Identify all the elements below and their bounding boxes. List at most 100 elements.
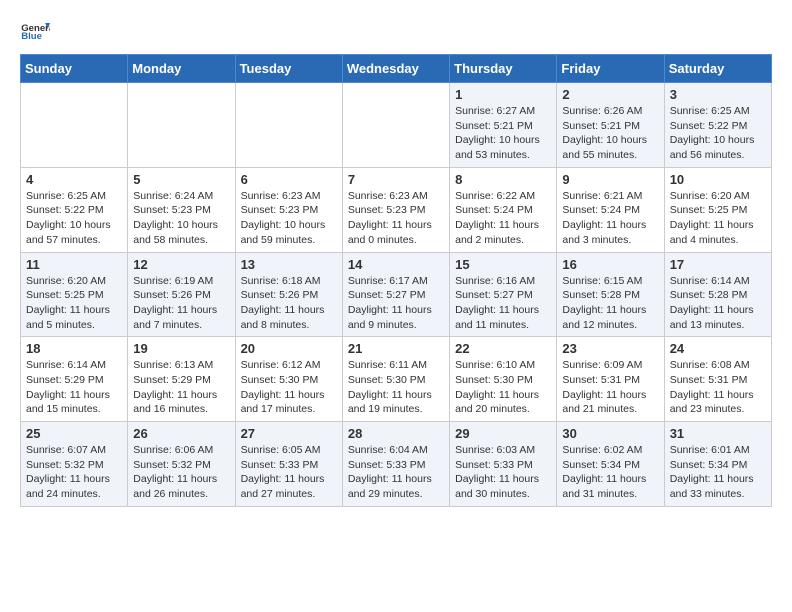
day-number: 14 bbox=[348, 257, 444, 272]
day-number: 1 bbox=[455, 87, 551, 102]
calendar-cell: 17Sunrise: 6:14 AM Sunset: 5:28 PM Dayli… bbox=[664, 252, 771, 337]
day-number: 7 bbox=[348, 172, 444, 187]
day-header-monday: Monday bbox=[128, 55, 235, 83]
day-number: 27 bbox=[241, 426, 337, 441]
calendar-cell: 28 Sunrise: 6:04 AM Sunset: 5:33 PM Dayli… bbox=[342, 422, 449, 507]
day-info: Sunrise: 6:04 AM Sunset: 5:33 PM Dayligh… bbox=[348, 443, 444, 502]
day-number: 3 bbox=[670, 87, 766, 102]
day-number: 31 bbox=[670, 426, 766, 441]
calendar-week-row: 18 Sunrise: 6:14 AM Sunset: 5:29 PM Dayli… bbox=[21, 337, 772, 422]
day-number: 6 bbox=[241, 172, 337, 187]
calendar-cell: 5Sunrise: 6:24 AM Sunset: 5:23 PM Daylig… bbox=[128, 167, 235, 252]
day-number: 15 bbox=[455, 257, 551, 272]
calendar-cell: 6 Sunrise: 6:23 AM Sunset: 5:23 PM Daylig… bbox=[235, 167, 342, 252]
calendar-cell: 15 Sunrise: 6:16 AM Sunset: 5:27 PM Dayli… bbox=[450, 252, 557, 337]
calendar-cell: 7 Sunrise: 6:23 AM Sunset: 5:23 PM Daylig… bbox=[342, 167, 449, 252]
day-info: Sunrise: 6:20 AM Sunset: 5:25 PM Dayligh… bbox=[670, 189, 766, 248]
calendar-cell: 11 Sunrise: 6:20 AM Sunset: 5:25 PM Dayli… bbox=[21, 252, 128, 337]
calendar-cell: 26 Sunrise: 6:06 AM Sunset: 5:32 PM Dayli… bbox=[128, 422, 235, 507]
day-number: 5 bbox=[133, 172, 229, 187]
day-info: Sunrise: 6:21 AM Sunset: 5:24 PM Dayligh… bbox=[562, 189, 658, 248]
day-header-friday: Friday bbox=[557, 55, 664, 83]
calendar-cell: 8 Sunrise: 6:22 AM Sunset: 5:24 PM Daylig… bbox=[450, 167, 557, 252]
calendar-cell: 24Sunrise: 6:08 AM Sunset: 5:31 PM Dayli… bbox=[664, 337, 771, 422]
day-info: Sunrise: 6:18 AM Sunset: 5:26 PM Dayligh… bbox=[241, 274, 337, 333]
day-info: Sunrise: 6:06 AM Sunset: 5:32 PM Dayligh… bbox=[133, 443, 229, 502]
calendar-cell bbox=[235, 83, 342, 168]
logo: General Blue bbox=[20, 20, 50, 44]
day-info: Sunrise: 6:03 AM Sunset: 5:33 PM Dayligh… bbox=[455, 443, 551, 502]
day-number: 19 bbox=[133, 341, 229, 356]
day-header-sunday: Sunday bbox=[21, 55, 128, 83]
day-header-tuesday: Tuesday bbox=[235, 55, 342, 83]
calendar-cell: 29Sunrise: 6:03 AM Sunset: 5:33 PM Dayli… bbox=[450, 422, 557, 507]
calendar-cell: 19 Sunrise: 6:13 AM Sunset: 5:29 PM Dayli… bbox=[128, 337, 235, 422]
day-number: 25 bbox=[26, 426, 122, 441]
calendar-cell: 3Sunrise: 6:25 AM Sunset: 5:22 PM Daylig… bbox=[664, 83, 771, 168]
day-number: 9 bbox=[562, 172, 658, 187]
calendar-cell: 16Sunrise: 6:15 AM Sunset: 5:28 PM Dayli… bbox=[557, 252, 664, 337]
calendar-cell: 13 Sunrise: 6:18 AM Sunset: 5:26 PM Dayli… bbox=[235, 252, 342, 337]
day-info: Sunrise: 6:14 AM Sunset: 5:29 PM Dayligh… bbox=[26, 358, 122, 417]
calendar-week-row: 25 Sunrise: 6:07 AM Sunset: 5:32 PM Dayli… bbox=[21, 422, 772, 507]
day-header-saturday: Saturday bbox=[664, 55, 771, 83]
day-number: 28 bbox=[348, 426, 444, 441]
calendar-cell: 9 Sunrise: 6:21 AM Sunset: 5:24 PM Daylig… bbox=[557, 167, 664, 252]
day-number: 12 bbox=[133, 257, 229, 272]
calendar-cell: 21 Sunrise: 6:11 AM Sunset: 5:30 PM Dayli… bbox=[342, 337, 449, 422]
day-info: Sunrise: 6:23 AM Sunset: 5:23 PM Dayligh… bbox=[348, 189, 444, 248]
day-number: 20 bbox=[241, 341, 337, 356]
day-info: Sunrise: 6:11 AM Sunset: 5:30 PM Dayligh… bbox=[348, 358, 444, 417]
day-number: 10 bbox=[670, 172, 766, 187]
calendar-week-row: 11 Sunrise: 6:20 AM Sunset: 5:25 PM Dayli… bbox=[21, 252, 772, 337]
logo-icon: General Blue bbox=[20, 20, 50, 44]
day-number: 22 bbox=[455, 341, 551, 356]
svg-text:Blue: Blue bbox=[21, 31, 42, 42]
calendar-cell bbox=[21, 83, 128, 168]
day-number: 21 bbox=[348, 341, 444, 356]
day-info: Sunrise: 6:07 AM Sunset: 5:32 PM Dayligh… bbox=[26, 443, 122, 502]
day-info: Sunrise: 6:12 AM Sunset: 5:30 PM Dayligh… bbox=[241, 358, 337, 417]
calendar-cell: 25 Sunrise: 6:07 AM Sunset: 5:32 PM Dayli… bbox=[21, 422, 128, 507]
calendar-cell: 18 Sunrise: 6:14 AM Sunset: 5:29 PM Dayli… bbox=[21, 337, 128, 422]
day-number: 18 bbox=[26, 341, 122, 356]
day-number: 4 bbox=[26, 172, 122, 187]
day-number: 2 bbox=[562, 87, 658, 102]
day-info: Sunrise: 6:20 AM Sunset: 5:25 PM Dayligh… bbox=[26, 274, 122, 333]
day-number: 8 bbox=[455, 172, 551, 187]
calendar-cell: 30Sunrise: 6:02 AM Sunset: 5:34 PM Dayli… bbox=[557, 422, 664, 507]
calendar-cell: 23Sunrise: 6:09 AM Sunset: 5:31 PM Dayli… bbox=[557, 337, 664, 422]
calendar-week-row: 4 Sunrise: 6:25 AM Sunset: 5:22 PM Daylig… bbox=[21, 167, 772, 252]
day-info: Sunrise: 6:25 AM Sunset: 5:22 PM Dayligh… bbox=[26, 189, 122, 248]
day-info: Sunrise: 6:13 AM Sunset: 5:29 PM Dayligh… bbox=[133, 358, 229, 417]
calendar-cell: 2Sunrise: 6:26 AM Sunset: 5:21 PM Daylig… bbox=[557, 83, 664, 168]
day-info: Sunrise: 6:01 AM Sunset: 5:34 PM Dayligh… bbox=[670, 443, 766, 502]
day-info: Sunrise: 6:10 AM Sunset: 5:30 PM Dayligh… bbox=[455, 358, 551, 417]
day-number: 13 bbox=[241, 257, 337, 272]
calendar-cell: 12 Sunrise: 6:19 AM Sunset: 5:26 PM Dayli… bbox=[128, 252, 235, 337]
page-header: General Blue bbox=[20, 20, 772, 44]
day-info: Sunrise: 6:16 AM Sunset: 5:27 PM Dayligh… bbox=[455, 274, 551, 333]
day-info: Sunrise: 6:19 AM Sunset: 5:26 PM Dayligh… bbox=[133, 274, 229, 333]
calendar-table: SundayMondayTuesdayWednesdayThursdayFrid… bbox=[20, 54, 772, 507]
calendar-week-row: 1 Sunrise: 6:27 AM Sunset: 5:21 PM Daylig… bbox=[21, 83, 772, 168]
calendar-cell: 10 Sunrise: 6:20 AM Sunset: 5:25 PM Dayli… bbox=[664, 167, 771, 252]
day-info: Sunrise: 6:05 AM Sunset: 5:33 PM Dayligh… bbox=[241, 443, 337, 502]
calendar-cell: 1 Sunrise: 6:27 AM Sunset: 5:21 PM Daylig… bbox=[450, 83, 557, 168]
day-info: Sunrise: 6:02 AM Sunset: 5:34 PM Dayligh… bbox=[562, 443, 658, 502]
day-number: 16 bbox=[562, 257, 658, 272]
day-info: Sunrise: 6:14 AM Sunset: 5:28 PM Dayligh… bbox=[670, 274, 766, 333]
day-number: 24 bbox=[670, 341, 766, 356]
calendar-cell bbox=[342, 83, 449, 168]
day-header-thursday: Thursday bbox=[450, 55, 557, 83]
day-info: Sunrise: 6:23 AM Sunset: 5:23 PM Dayligh… bbox=[241, 189, 337, 248]
calendar-cell: 20 Sunrise: 6:12 AM Sunset: 5:30 PM Dayli… bbox=[235, 337, 342, 422]
calendar-cell: 22 Sunrise: 6:10 AM Sunset: 5:30 PM Dayli… bbox=[450, 337, 557, 422]
day-header-wednesday: Wednesday bbox=[342, 55, 449, 83]
calendar-cell bbox=[128, 83, 235, 168]
day-number: 26 bbox=[133, 426, 229, 441]
day-info: Sunrise: 6:27 AM Sunset: 5:21 PM Dayligh… bbox=[455, 104, 551, 163]
day-info: Sunrise: 6:22 AM Sunset: 5:24 PM Dayligh… bbox=[455, 189, 551, 248]
calendar-cell: 4 Sunrise: 6:25 AM Sunset: 5:22 PM Daylig… bbox=[21, 167, 128, 252]
day-number: 11 bbox=[26, 257, 122, 272]
